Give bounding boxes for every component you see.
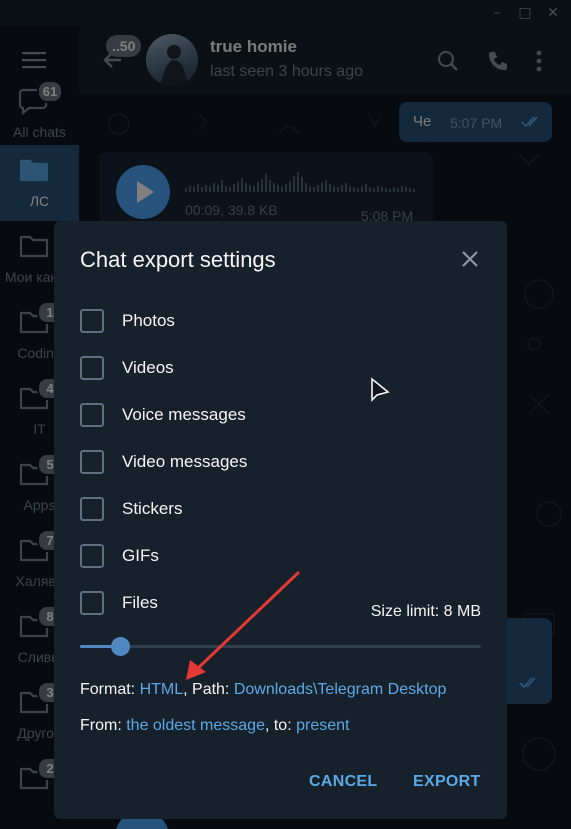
export-button[interactable]: EXPORT	[413, 773, 481, 791]
close-icon[interactable]	[458, 247, 482, 271]
option-label: Videos	[122, 358, 174, 377]
dialog-title: Chat export settings	[80, 247, 276, 272]
export-option-voice-messages[interactable]: Voice messages	[80, 401, 500, 431]
from-label: From:	[80, 717, 127, 734]
format-link[interactable]: HTML	[140, 681, 184, 698]
size-limit-slider[interactable]	[80, 637, 481, 656]
from-link[interactable]: the oldest message	[126, 717, 265, 734]
slider-handle[interactable]	[111, 637, 131, 656]
chat-export-dialog: Chat export settings Photos Videos Voice m…	[54, 221, 507, 819]
checkbox[interactable]	[80, 591, 104, 615]
option-label: Photos	[122, 311, 175, 330]
option-label: Voice messages	[122, 405, 246, 424]
option-label: Files	[122, 593, 158, 612]
size-limit-label: Size limit: 8 MB	[370, 603, 481, 620]
path-link[interactable]: Downloads\Telegram Desktop	[234, 681, 447, 698]
checkbox[interactable]	[80, 403, 104, 427]
export-option-video-messages[interactable]: Video messages	[80, 448, 500, 478]
to-label: , to:	[264, 717, 297, 734]
option-label: Video messages	[122, 452, 248, 471]
option-label: GIFs	[122, 546, 159, 565]
export-option-videos[interactable]: Videos	[80, 354, 500, 384]
export-option-stickers[interactable]: Stickers	[80, 495, 500, 525]
export-option-photos[interactable]: Photos	[80, 307, 500, 337]
date-range-line: From: the oldest message, to: present	[80, 717, 349, 735]
checkbox[interactable]	[80, 497, 104, 521]
option-label: Stickers	[122, 499, 183, 518]
path-label: , Path:	[183, 681, 234, 698]
checkbox[interactable]	[80, 450, 104, 474]
checkbox[interactable]	[80, 544, 104, 568]
checkbox[interactable]	[80, 356, 104, 380]
export-option-gifs[interactable]: GIFs	[80, 542, 500, 572]
checkbox[interactable]	[80, 309, 104, 333]
format-path-line: Format: HTML, Path: Downloads\Telegram D…	[80, 681, 446, 699]
cancel-button[interactable]: CANCEL	[309, 773, 377, 791]
to-link[interactable]: present	[296, 717, 349, 734]
format-label: Format:	[80, 681, 140, 698]
